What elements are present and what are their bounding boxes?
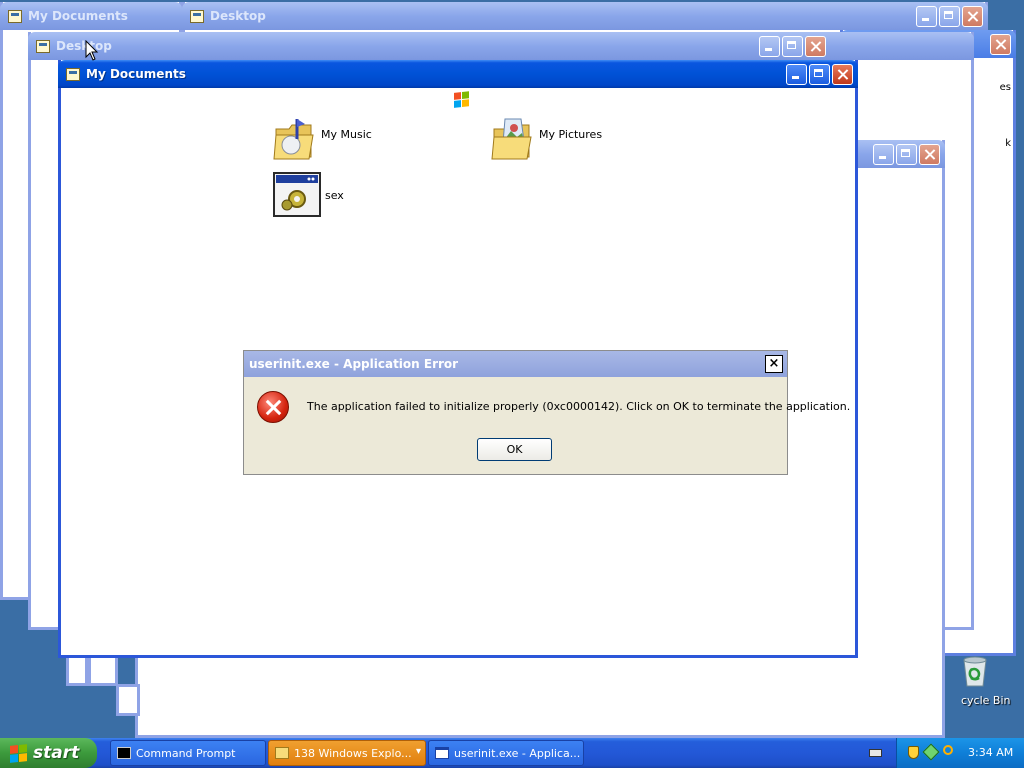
window-icon xyxy=(435,747,449,759)
title-bar[interactable]: Desktop xyxy=(28,32,974,60)
window-title: Desktop xyxy=(56,39,112,53)
close-button[interactable] xyxy=(990,34,1011,55)
taskbar-button-userinit-error[interactable]: userinit.exe - Applica... xyxy=(428,740,584,766)
title-bar[interactable]: Desktop xyxy=(182,2,988,30)
minimize-button[interactable] xyxy=(759,36,780,57)
taskbar-button-label: userinit.exe - Applica... xyxy=(454,746,581,760)
taskbar: start Command Prompt 138 Windows Explo..… xyxy=(0,738,1024,768)
folder-window-icon xyxy=(66,67,80,81)
windows-logo-icon xyxy=(454,91,470,108)
dialog-message: The application failed to initialize pro… xyxy=(307,400,851,413)
title-bar[interactable]: My Documents xyxy=(58,60,858,88)
pictures-folder-icon xyxy=(491,115,535,160)
recycle-bin-icon xyxy=(963,656,987,687)
window-title: My Documents xyxy=(86,67,186,81)
ok-button[interactable]: OK xyxy=(477,438,552,461)
close-button[interactable] xyxy=(962,6,983,27)
taskbar-button-explorer-group[interactable]: 138 Windows Explo... ▾ xyxy=(268,740,426,766)
close-button[interactable] xyxy=(832,64,853,85)
windows-flag-icon xyxy=(10,743,27,763)
folder-window-icon xyxy=(8,9,22,23)
clock[interactable]: 3:34 AM xyxy=(968,746,1013,759)
minimize-button[interactable] xyxy=(786,64,807,85)
maximize-button[interactable] xyxy=(782,36,803,57)
music-folder-icon xyxy=(273,115,317,160)
folder-icon xyxy=(275,747,289,759)
taskbar-button-label: Command Prompt xyxy=(136,746,236,760)
desktop-icon-recycle-bin[interactable]: cycle Bin xyxy=(958,656,1024,708)
clipped-window-text: es xyxy=(999,82,1011,93)
maximize-button[interactable] xyxy=(939,6,960,27)
maximize-button[interactable] xyxy=(896,144,917,165)
recycle-bin-label: cycle Bin xyxy=(961,694,1011,707)
minimize-button[interactable] xyxy=(873,144,894,165)
chevron-down-icon: ▾ xyxy=(415,746,421,757)
system-tray: 3:34 AM xyxy=(896,738,1024,768)
program-window-icon xyxy=(273,172,321,218)
clipped-window-text: k xyxy=(1005,138,1011,149)
close-button[interactable] xyxy=(805,36,826,57)
dialog-title-bar[interactable]: userinit.exe - Application Error × xyxy=(244,351,787,377)
window-title: Desktop xyxy=(210,9,266,23)
keyboard-icon[interactable] xyxy=(869,749,882,757)
taskbar-button-label: 138 Windows Explo... xyxy=(294,746,412,760)
minimize-button[interactable] xyxy=(916,6,937,27)
close-button[interactable] xyxy=(919,144,940,165)
taskbar-button-command-prompt[interactable]: Command Prompt xyxy=(110,740,266,766)
application-error-dialog[interactable]: userinit.exe - Application Error × The a… xyxy=(243,350,850,475)
shield-icon[interactable] xyxy=(908,746,919,759)
command-prompt-icon xyxy=(117,747,131,759)
title-bar[interactable]: My Documents xyxy=(0,2,182,30)
folder-item-my-music[interactable]: My Music xyxy=(273,115,372,160)
maximize-button[interactable] xyxy=(809,64,830,85)
folder-item-label: sex xyxy=(325,188,344,202)
dialog-close-button[interactable]: × xyxy=(765,355,783,373)
window-title: My Documents xyxy=(28,9,128,23)
error-icon xyxy=(257,391,289,423)
start-button[interactable]: start xyxy=(0,738,97,768)
folder-item-label: My Music xyxy=(321,127,372,141)
ie-icon xyxy=(36,39,50,53)
folder-item-my-pictures[interactable]: My Pictures xyxy=(491,115,603,160)
folder-item-label: My Pictures xyxy=(539,127,603,141)
mouse-cursor-icon xyxy=(85,40,99,61)
dialog-title: userinit.exe - Application Error xyxy=(249,357,459,371)
network-icon[interactable] xyxy=(922,743,940,761)
start-label: start xyxy=(33,743,80,763)
ie-icon xyxy=(190,9,204,23)
folder-item-sex[interactable]: sex xyxy=(273,172,344,218)
search-icon[interactable] xyxy=(943,745,953,755)
